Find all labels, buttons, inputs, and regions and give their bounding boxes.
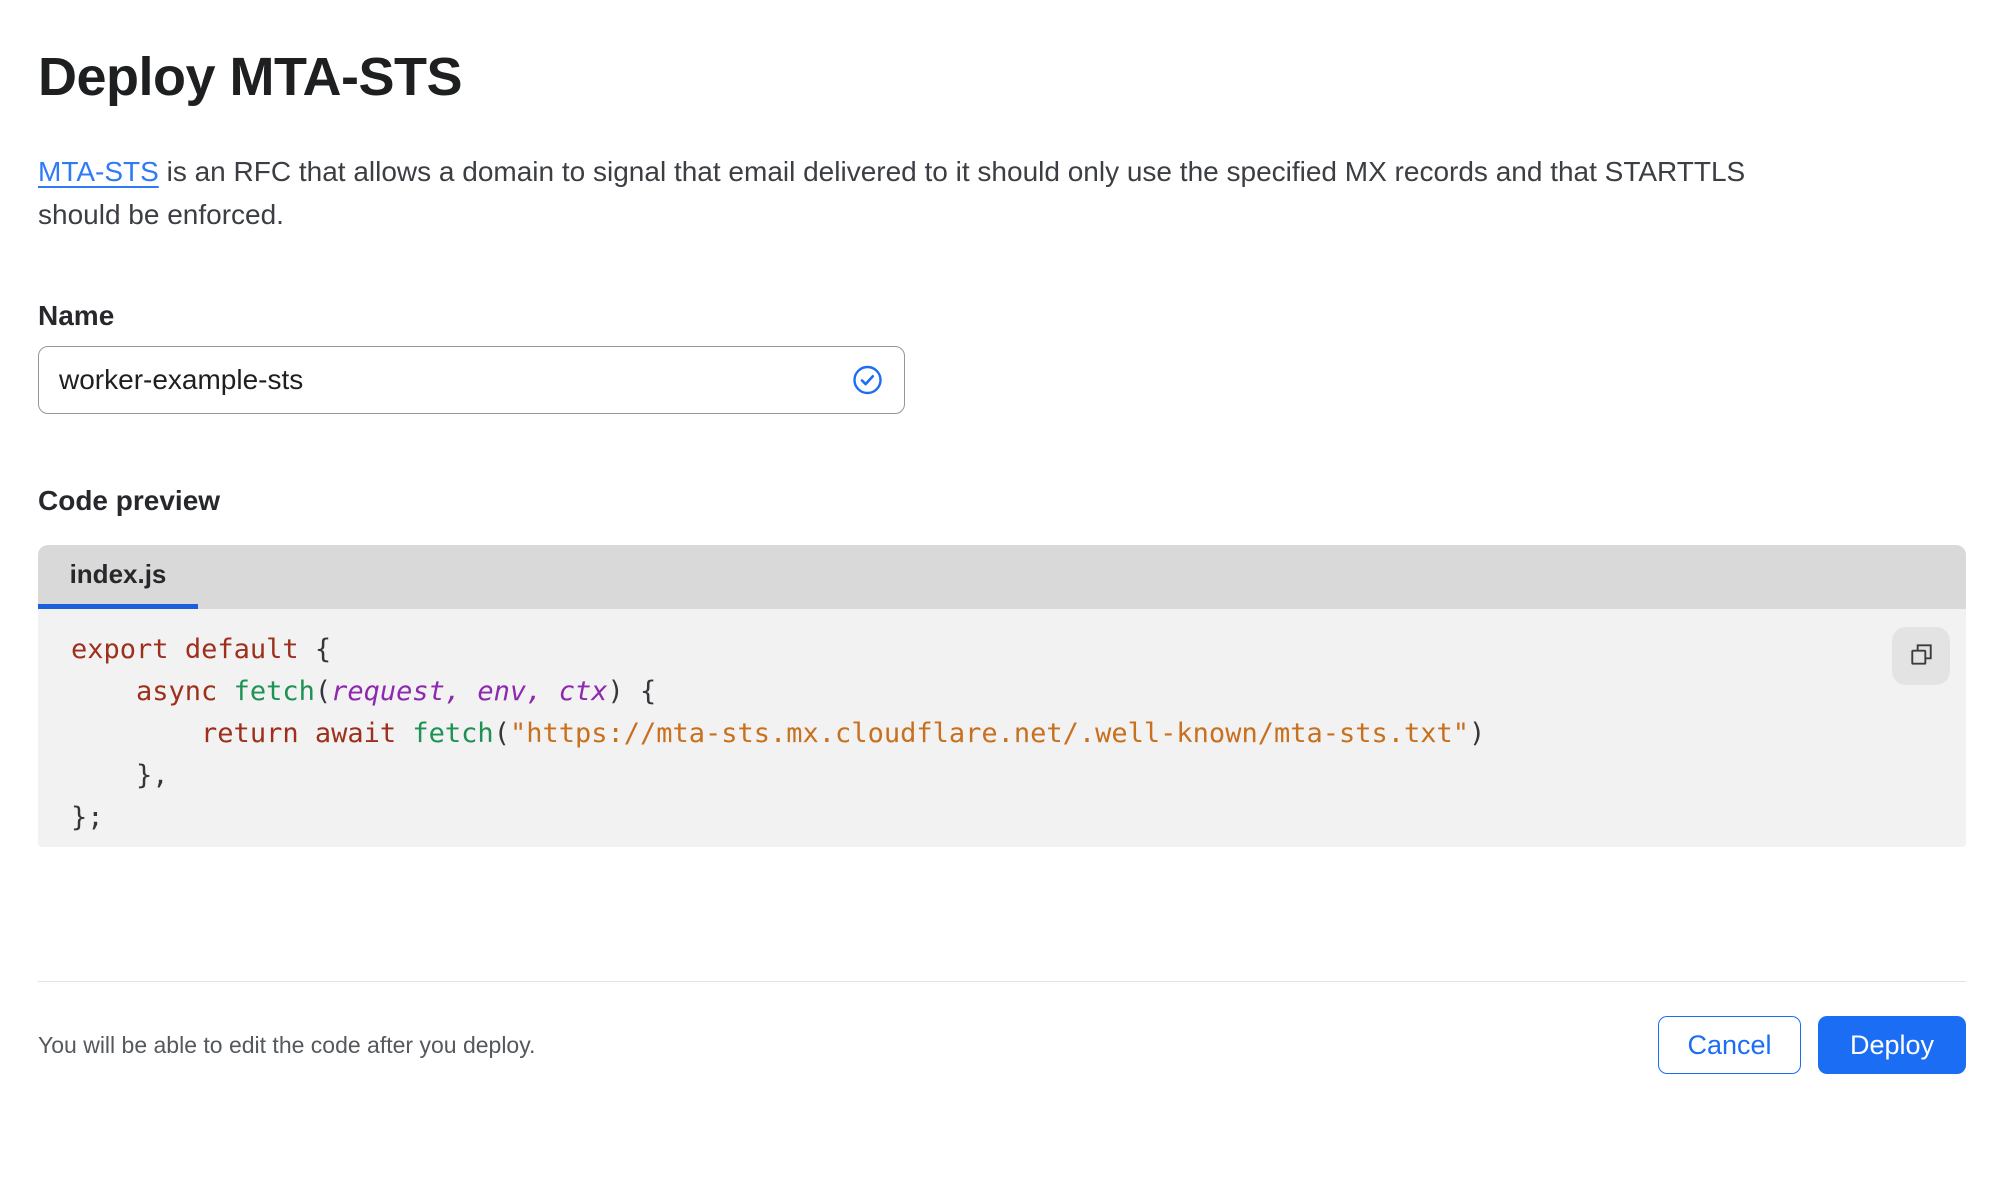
code-content: export default { async fetch(request, en… — [71, 629, 1966, 839]
code-line: }; — [71, 802, 104, 833]
deploy-button[interactable]: Deploy — [1818, 1016, 1966, 1074]
footer: You will be able to edit the code after … — [38, 1016, 1966, 1074]
cancel-button[interactable]: Cancel — [1658, 1016, 1801, 1074]
name-input[interactable] — [38, 346, 905, 414]
code-area: export default { async fetch(request, en… — [38, 609, 1966, 847]
deploy-mta-sts-page: Deploy MTA-STS MTA-STS is an RFC that al… — [0, 46, 1999, 1074]
footer-note: You will be able to edit the code after … — [38, 1031, 536, 1058]
copy-icon — [1908, 641, 1935, 671]
tab-index-js[interactable]: index.js — [38, 545, 198, 609]
description-line2: should be enforced. — [38, 199, 284, 230]
name-field-wrapper — [38, 346, 905, 414]
code-preview-block: index.js export default { async fetch(re… — [38, 545, 1966, 847]
code-line: return await fetch("https://mta-sts.mx.c… — [201, 718, 1486, 749]
code-tab-bar: index.js — [38, 545, 1966, 609]
mta-sts-link[interactable]: MTA-STS — [38, 156, 159, 187]
description: MTA-STS is an RFC that allows a domain t… — [38, 150, 1966, 236]
copy-code-button[interactable] — [1892, 627, 1950, 685]
code-preview-label: Code preview — [38, 485, 221, 516]
footer-actions: Cancel Deploy — [1658, 1016, 1966, 1074]
name-label: Name — [38, 300, 115, 331]
description-line1: is an RFC that allows a domain to signal… — [158, 156, 1746, 187]
footer-divider — [38, 981, 1966, 982]
page-title: Deploy MTA-STS — [38, 47, 463, 107]
check-circle-icon — [852, 365, 883, 396]
code-line: }, — [71, 760, 169, 791]
code-line: export default { — [71, 634, 332, 665]
code-line: async fetch(request, env, ctx) { — [136, 676, 657, 707]
